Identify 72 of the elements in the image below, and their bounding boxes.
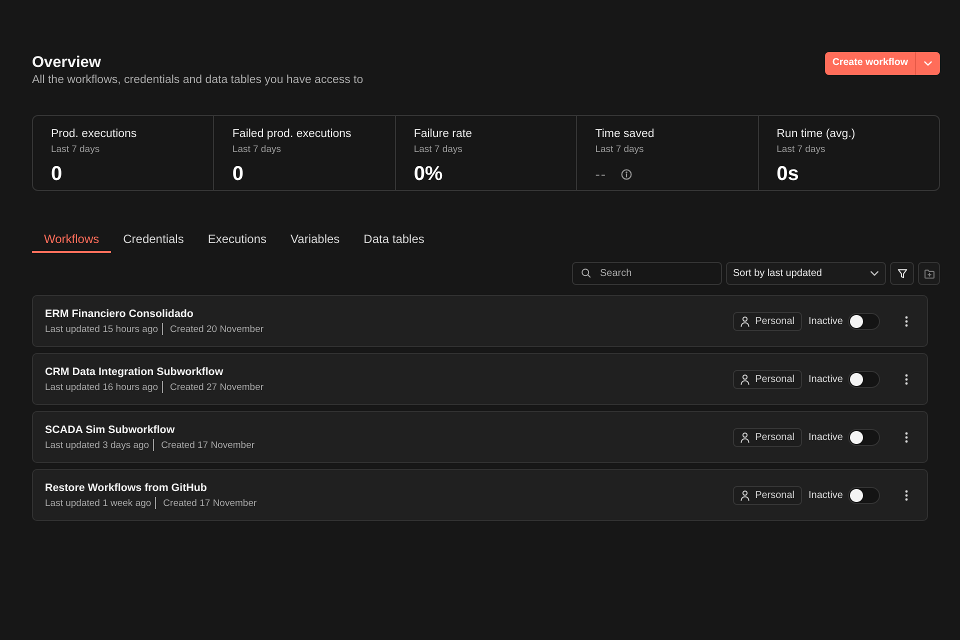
stat-value: 0 [232, 162, 244, 186]
stat-period: Last 7 days [51, 143, 101, 156]
filter-button[interactable] [890, 262, 914, 285]
more-options-button[interactable] [903, 490, 910, 500]
updated-text: Last updated 3 days ago [45, 438, 150, 452]
stat-label: Run time (avg.) [776, 127, 856, 142]
stat-period: Last 7 days [595, 143, 645, 156]
workflow-name: CRM Data Integration Subworkflow [45, 364, 224, 380]
folder-plus-icon [924, 268, 934, 278]
workflow-card[interactable]: CRM Data Integration Subworkflow Last updated 16 hours ago Created 27 November Personal Inactive [32, 353, 928, 405]
workflow-card[interactable]: SCADA Sim Subworkflow Last updated 3 days ago Created 17 November Personal Inactive [32, 411, 928, 463]
status-label: Inactive [808, 314, 843, 328]
toggle-switch[interactable] [848, 312, 880, 330]
owner-label: Personal [755, 488, 795, 502]
stat-value: 0% [414, 162, 443, 186]
stat-value: -- [595, 165, 607, 184]
stat-period: Last 7 days [776, 143, 826, 156]
three-dots-vertical-icon [905, 374, 908, 384]
updated-text: Last updated 1 week ago [45, 496, 152, 510]
more-options-button[interactable] [903, 316, 910, 326]
person-icon [740, 490, 750, 500]
stat-label: Failed prod. executions [232, 127, 352, 142]
created-text: Created 17 November [161, 438, 255, 452]
stat-label: Prod. executions [51, 127, 138, 142]
person-icon [740, 374, 750, 384]
created-text: Created 27 November [170, 380, 264, 394]
page-subtitle: All the workflows, credentials and data tables you have access to [32, 73, 364, 88]
page-title: Overview [32, 53, 102, 73]
status-label: Inactive [808, 488, 843, 502]
filter-icon [896, 268, 908, 279]
stat-value: 0 [51, 162, 62, 186]
more-options-button[interactable] [903, 432, 910, 442]
new-folder-button[interactable] [918, 262, 940, 285]
three-dots-vertical-icon [905, 490, 908, 500]
owner-label: Personal [755, 372, 795, 386]
chevron-down-icon [924, 61, 932, 66]
tab[interactable]: Workflows [32, 229, 112, 253]
owner-label: Personal [755, 314, 795, 328]
three-dots-vertical-icon [905, 432, 908, 442]
info-icon [620, 168, 632, 180]
workflow-name: SCADA Sim Subworkflow [45, 422, 175, 438]
workflow-name: Restore Workflows from GitHub [45, 480, 207, 496]
toggle-switch[interactable] [848, 428, 880, 446]
tab[interactable]: Credentials [111, 229, 196, 253]
toggle-switch[interactable] [848, 370, 880, 388]
person-icon [740, 432, 750, 442]
updated-text: Last updated 16 hours ago [45, 380, 158, 394]
created-text: Created 20 November [170, 322, 264, 336]
updated-text: Last updated 15 hours ago [45, 322, 158, 336]
workflow-card[interactable]: ERM Financiero Consolidado Last updated 15 hours ago Created 20 November Personal Inactive [32, 295, 928, 347]
stat-value: 0s [776, 162, 799, 186]
stat-label: Failure rate [414, 127, 473, 142]
search-icon [581, 268, 591, 278]
workflow-card[interactable]: Restore Workflows from GitHub Last updated 1 week ago Created 17 November Personal Inactive [32, 469, 928, 521]
stat-label: Time saved [595, 127, 656, 142]
more-options-button[interactable] [903, 374, 910, 384]
created-text: Created 17 November [163, 496, 257, 510]
stat-period: Last 7 days [414, 143, 464, 156]
workflow-name: ERM Financiero Consolidado [45, 306, 194, 322]
tab[interactable]: Variables [278, 229, 352, 253]
stat-period: Last 7 days [232, 143, 282, 156]
owner-label: Personal [755, 430, 795, 444]
person-icon [740, 316, 750, 326]
sort-dropdown[interactable]: Sort by last updated [726, 262, 886, 285]
search-field[interactable]: Search [572, 262, 722, 285]
status-label: Inactive [808, 372, 843, 386]
status-label: Inactive [808, 430, 843, 444]
toggle-switch[interactable] [848, 486, 880, 504]
tab[interactable]: Executions [196, 229, 279, 253]
chevron-down-icon [870, 271, 879, 276]
three-dots-vertical-icon [905, 316, 908, 326]
tab[interactable]: Data tables [352, 229, 436, 253]
